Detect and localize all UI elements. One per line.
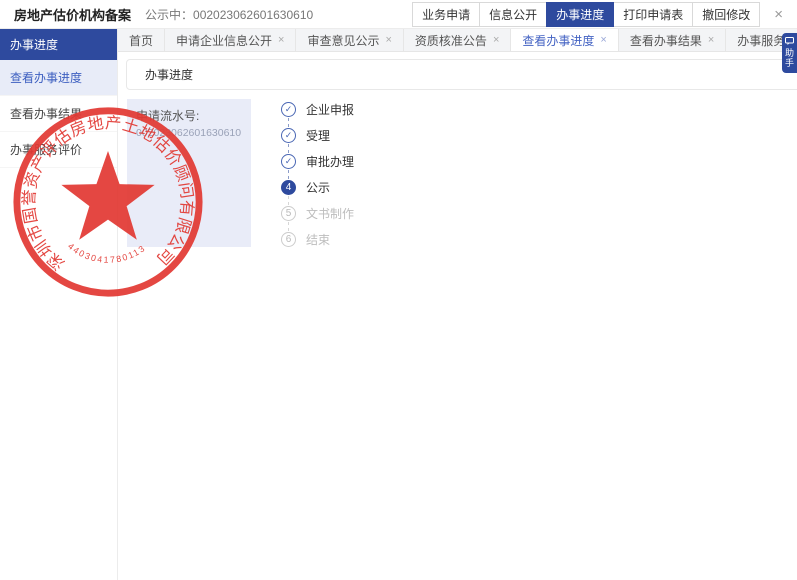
step-label: 受理 — [306, 127, 330, 144]
step-finish: 6 结束 — [281, 232, 354, 247]
chat-bubble-icon — [785, 37, 794, 46]
step-connector — [288, 196, 289, 205]
progress-panel-title: 办事进度 — [126, 59, 797, 90]
tab-home[interactable]: 首页 — [118, 29, 165, 51]
tab-review-opinion[interactable]: 审查意见公示 × — [296, 29, 403, 51]
tab-close-icon[interactable]: × — [493, 34, 499, 46]
step-document-prepare: 5 文书制作 — [281, 206, 354, 221]
step-label: 文书制作 — [306, 205, 354, 222]
tab-close-icon[interactable]: × — [708, 34, 714, 46]
step-check-icon: ✓ — [281, 102, 296, 117]
sidebar-item-view-progress[interactable]: 查看办事进度 — [0, 60, 117, 96]
status-label: 公示中： — [145, 8, 193, 22]
withdraw-edit-button[interactable]: 撤回修改 — [692, 2, 760, 27]
tab-label: 申请企业信息公开 — [176, 32, 272, 49]
step-number-badge: 4 — [281, 180, 296, 195]
tab-view-result[interactable]: 查看办事结果 × — [619, 29, 726, 51]
tab-company-info-disclosure[interactable]: 申请企业信息公开 × — [165, 29, 296, 51]
header-buttons: 业务申请 信息公开 办事进度 打印申请表 撤回修改 — [413, 2, 760, 27]
serial-value: 002023062601630610 — [136, 127, 242, 139]
step-connector — [288, 144, 289, 153]
serial-card: 申请流水号: 002023062601630610 — [127, 99, 251, 247]
layout: 办事进度 查看办事进度 查看办事结果 办事服务评价 首页 申请企业信息公开 × … — [0, 29, 797, 580]
tab-label: 审查意见公示 — [307, 32, 379, 49]
serial-label: 申请流水号: — [136, 107, 242, 124]
sidebar: 办事进度 查看办事进度 查看办事结果 办事服务评价 — [0, 29, 118, 580]
sidebar-title: 办事进度 — [0, 29, 117, 60]
assistant-float-button[interactable]: 助手 — [782, 33, 797, 73]
step-label: 企业申报 — [306, 101, 354, 118]
close-icon[interactable]: × — [774, 7, 783, 22]
step-label: 审批办理 — [306, 153, 354, 170]
step-check-icon: ✓ — [281, 154, 296, 169]
tab-label: 资质核准公告 — [415, 32, 487, 49]
tab-label: 查看办事进度 — [522, 32, 594, 49]
tab-qualification-notice[interactable]: 资质核准公告 × — [404, 29, 511, 51]
step-connector — [288, 170, 289, 179]
step-label: 公示 — [306, 179, 330, 196]
assistant-label: 助手 — [785, 48, 795, 68]
tab-label: 首页 — [129, 32, 153, 49]
progress-button[interactable]: 办事进度 — [546, 2, 614, 27]
progress-content: 申请流水号: 002023062601630610 ✓ 企业申报 ✓ 受理 ✓ … — [118, 99, 797, 247]
status-text: 公示中：002023062601630610 — [145, 6, 313, 23]
info-disclosure-button[interactable]: 信息公开 — [479, 2, 547, 27]
step-label: 结束 — [306, 231, 330, 248]
page-header: 房地产估价机构备案 公示中：002023062601630610 业务申请 信息… — [0, 0, 797, 29]
step-connector — [288, 222, 289, 231]
sidebar-item-view-result[interactable]: 查看办事结果 — [0, 96, 117, 132]
step-approval: ✓ 审批办理 — [281, 154, 354, 169]
business-apply-button[interactable]: 业务申请 — [412, 2, 480, 27]
step-publicity: 4 公示 — [281, 180, 354, 195]
sidebar-item-service-rating[interactable]: 办事服务评价 — [0, 132, 117, 168]
progress-steps: ✓ 企业申报 ✓ 受理 ✓ 审批办理 4 公示 — [281, 99, 354, 247]
tab-label: 查看办事结果 — [630, 32, 702, 49]
main-area: 首页 申请企业信息公开 × 审查意见公示 × 资质核准公告 × 查看办事进度 ×… — [118, 29, 797, 580]
status-serial: 002023062601630610 — [193, 8, 313, 22]
print-form-button[interactable]: 打印申请表 — [613, 2, 693, 27]
tab-close-icon[interactable]: × — [278, 34, 284, 46]
step-number-badge: 5 — [281, 206, 296, 221]
tab-view-progress[interactable]: 查看办事进度 × — [511, 29, 618, 51]
step-enterprise-declare: ✓ 企业申报 — [281, 102, 354, 117]
tab-close-icon[interactable]: × — [600, 34, 606, 46]
step-accept: ✓ 受理 — [281, 128, 354, 143]
step-check-icon: ✓ — [281, 128, 296, 143]
step-connector — [288, 118, 289, 127]
step-number-badge: 6 — [281, 232, 296, 247]
tab-bar: 首页 申请企业信息公开 × 审查意见公示 × 资质核准公告 × 查看办事进度 ×… — [118, 29, 797, 52]
tab-close-icon[interactable]: × — [385, 34, 391, 46]
page-title: 房地产估价机构备案 — [14, 5, 131, 24]
